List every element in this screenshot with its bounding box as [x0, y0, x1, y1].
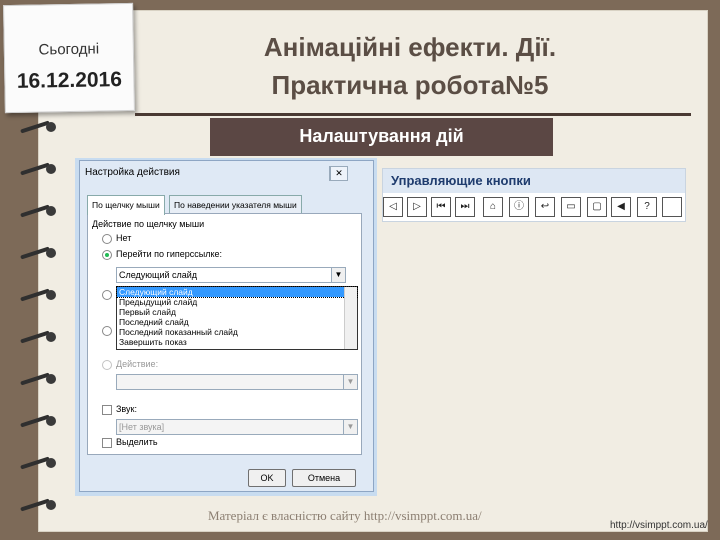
sound-checkbox[interactable]: [102, 405, 112, 415]
beginning-icon[interactable]: ⏮: [431, 197, 451, 217]
help-icon[interactable]: ?: [637, 197, 657, 217]
tab-mouse-over[interactable]: По наведении указателя мыши: [169, 195, 302, 214]
sound-label: Звук:: [116, 404, 137, 414]
radio-hyperlink[interactable]: [102, 250, 112, 260]
list-item[interactable]: Последний показанный слайд: [117, 327, 357, 337]
sound-select[interactable]: [Нет звука] ▼: [116, 419, 358, 435]
sound-icon[interactable]: ◀: [611, 197, 631, 217]
return-icon[interactable]: ↩: [535, 197, 555, 217]
ownership-footer: Матеріал є власністю сайту http://vsimpp…: [208, 508, 482, 523]
chevron-down-icon[interactable]: ▼: [331, 268, 345, 282]
close-button[interactable]: ✕: [330, 166, 348, 181]
slide-title-line2: Практична робота№5: [271, 70, 549, 100]
movie-icon[interactable]: ▭: [561, 197, 581, 217]
binder-ring: [18, 456, 62, 470]
binder-ring: [18, 498, 62, 512]
title-divider: [135, 113, 691, 116]
subheading: Налаштування дій: [210, 118, 553, 156]
section-label: Действие по щелчку мыши: [92, 219, 205, 229]
forward-icon[interactable]: ▷: [407, 197, 427, 217]
control-buttons-panel: Управляющие кнопки ◁ ▷ ⏮ ⏭ ⌂ ⓘ ↩ ▭ ▢ ◀ ?: [382, 168, 686, 222]
tab-mouse-click[interactable]: По щелчку мыши: [87, 195, 165, 215]
chevron-down-icon[interactable]: ▼: [343, 420, 357, 434]
information-icon[interactable]: ⓘ: [509, 197, 529, 217]
date-value: 16.12.2016: [16, 68, 123, 93]
date-note: Сьогодні 16.12.2016: [3, 2, 135, 114]
slide-title: Анімаційні ефекти. Дії. Практична робота…: [140, 28, 680, 104]
hyperlink-select[interactable]: Следующий слайд ▼: [116, 267, 346, 283]
highlight-label: Выделить: [116, 437, 158, 447]
highlight-checkbox[interactable]: [102, 438, 112, 448]
hyperlink-dropdown-list[interactable]: Следующий слайд Предыдущий слайд Первый …: [116, 286, 358, 350]
hyperlink-select-value: Следующий слайд: [119, 270, 198, 280]
custom-button-icon[interactable]: [662, 197, 682, 217]
control-buttons-heading: Управляющие кнопки: [383, 169, 685, 193]
action-select[interactable]: ▼: [116, 374, 358, 390]
binder-ring: [18, 288, 62, 302]
binder-ring: [18, 330, 62, 344]
binder-ring: [18, 162, 62, 176]
radio-run-macro[interactable]: [102, 326, 112, 336]
tab-panel: Действие по щелчку мыши Нет Перейти по г…: [87, 213, 362, 455]
list-item[interactable]: Предыдущий слайд: [117, 297, 357, 307]
ok-button[interactable]: OK: [248, 469, 286, 487]
chevron-down-icon[interactable]: ▼: [343, 375, 357, 389]
list-item[interactable]: Последний слайд: [117, 317, 357, 327]
binder-ring: [18, 414, 62, 428]
document-icon[interactable]: ▢: [587, 197, 607, 217]
binder-rings: [18, 100, 68, 520]
radio-action[interactable]: [102, 360, 112, 370]
scrollbar[interactable]: [344, 287, 357, 349]
end-icon[interactable]: ⏭: [455, 197, 475, 217]
cancel-button[interactable]: Отмена: [292, 469, 356, 487]
binder-ring: [18, 246, 62, 260]
radio-hyperlink-label: Перейти по гиперссылке:: [116, 249, 223, 259]
binder-ring: [18, 204, 62, 218]
back-icon[interactable]: ◁: [383, 197, 403, 217]
radio-run-program[interactable]: [102, 290, 112, 300]
radio-action-label: Действие:: [116, 359, 159, 369]
today-label: Сьогодні: [38, 40, 100, 59]
radio-none-label: Нет: [116, 233, 132, 243]
list-item[interactable]: Завершить показ: [117, 337, 357, 347]
dialog-title: Настройка действия: [85, 167, 180, 178]
action-settings-dialog: Настройка действия ? ✕ По щелчку мыши По…: [79, 160, 374, 492]
sound-select-value: [Нет звука]: [119, 422, 165, 432]
binder-ring: [18, 120, 62, 134]
list-item[interactable]: Первый слайд: [117, 307, 357, 317]
slide-title-line1: Анімаційні ефекти. Дії.: [263, 32, 557, 62]
site-url[interactable]: http://vsimppt.com.ua/: [610, 520, 708, 531]
radio-none[interactable]: [102, 234, 112, 244]
binder-ring: [18, 372, 62, 386]
list-item[interactable]: Следующий слайд: [116, 286, 358, 298]
home-icon[interactable]: ⌂: [483, 197, 503, 217]
